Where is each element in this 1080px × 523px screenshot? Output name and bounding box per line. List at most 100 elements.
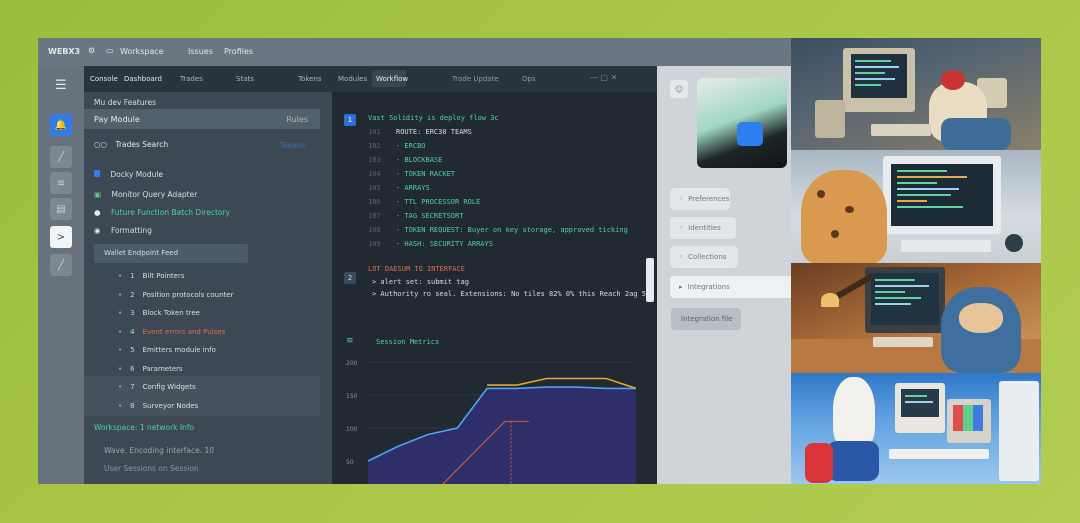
tree-item[interactable]: • 7 Config Widgets	[118, 383, 196, 391]
tree-item[interactable]: • 6 Parameters	[118, 365, 183, 373]
line-number: 105	[368, 184, 381, 192]
tree-item[interactable]: • 1 Bilt Pointers	[118, 272, 184, 280]
pill-label: Collections	[688, 253, 727, 261]
tree-item-label: Surveyor Nodes	[142, 401, 199, 410]
file-icon	[94, 170, 100, 177]
menu-profiles[interactable]: Profiles	[224, 47, 253, 56]
group-item-label: Docky Module	[110, 170, 164, 179]
edit-icon[interactable]: ╱	[50, 254, 72, 276]
group-item-docky[interactable]: Docky Module	[94, 170, 163, 179]
y-tick-label: 200	[346, 360, 358, 367]
list-icon: ≡	[346, 336, 354, 346]
tree-active-group	[84, 376, 320, 416]
tree-root[interactable]: Wallet Endpoint Feed	[94, 244, 248, 263]
chevron-right-icon[interactable]: >	[50, 226, 72, 248]
face-icon[interactable]: ☺	[670, 80, 688, 98]
bullet-icon: •	[118, 346, 123, 354]
block-badge: 2	[344, 272, 356, 284]
tab-console[interactable]: Console	[90, 75, 118, 83]
tree-item-label: Event errors and Pulses	[142, 327, 226, 336]
group-item-label: Formatting	[110, 226, 152, 235]
session-chart: 2001501005001/1 1/2 1/3 1/4 1/5 1/6 1/7 1/8 1/9 1…	[346, 360, 637, 484]
pill-collections[interactable]: ◦ Collections	[670, 246, 738, 268]
preview-card[interactable]	[697, 78, 787, 168]
tab-trades[interactable]: Trades	[180, 75, 203, 83]
tab-workflow[interactable]: Workflow	[376, 75, 408, 83]
circle-icon: ◉	[94, 226, 101, 235]
line-number: 107	[368, 212, 381, 220]
gear-icon: ◦	[679, 195, 684, 203]
code-line: - BLOCKBASE	[396, 156, 443, 164]
app-window: WEBX3 ⚙ ▭ Workspace Issues Profiles ☰ 🔔 …	[38, 38, 1041, 484]
tree-item-number: 1	[130, 272, 135, 280]
selected-row[interactable]: Pay Module Rules	[84, 109, 320, 129]
editor-scrollbar[interactable]	[646, 258, 654, 302]
group-item-monitor[interactable]: ▣ Monitor Query Adapter	[94, 190, 197, 199]
selected-item-badge: Rules	[286, 115, 308, 124]
bell-icon[interactable]: 🔔	[50, 114, 72, 136]
menu-issues[interactable]: Issues	[188, 47, 213, 56]
bullet-icon: •	[118, 383, 123, 391]
line-number: 101	[368, 128, 381, 136]
bullet-icon: •	[118, 401, 123, 410]
layers-icon[interactable]: ▤	[50, 198, 72, 220]
tree-item-label: Emitters module info	[142, 346, 216, 354]
footer-info-2: User Sessions on Session	[104, 464, 199, 473]
window-icons[interactable]: — ▢ ✕	[590, 73, 617, 82]
tab-modules[interactable]: Modules	[338, 75, 367, 83]
editor-tabbar: Modules Workflow Trade Update Ops — ▢ ✕	[332, 66, 657, 92]
code-line: - HASH: SECURITY ARRAYS	[396, 240, 493, 248]
bullet-icon: •	[118, 272, 123, 280]
tree-item[interactable]: • 8 Surveyor Nodes	[118, 402, 198, 410]
tree-item[interactable]: • 4 Event errors and Pulses	[118, 328, 225, 336]
y-tick-label: 100	[346, 426, 358, 433]
pill-preferences[interactable]: ◦ Preferences	[670, 188, 730, 210]
tree-item-number: 8	[130, 401, 135, 410]
pill-label: Identities	[688, 224, 721, 232]
code-line: - ARRAYS	[396, 184, 430, 192]
area-fill	[368, 387, 636, 484]
tab-trade-update[interactable]: Trade Update	[452, 75, 499, 83]
tree-item[interactable]: • 3 Block Token tree	[118, 309, 200, 317]
pill-label: Preferences	[688, 195, 730, 203]
tree-item-label: Position protocols counter	[142, 290, 234, 299]
right-panel: ☺ ◦ Preferences ◦ Identities ◦ Collections …	[657, 66, 798, 484]
line-number: 102	[368, 142, 381, 150]
code-editor[interactable]: Modules Workflow Trade Update Ops — ▢ ✕ …	[332, 66, 657, 484]
code-line: - TAG SECRETSORT	[396, 212, 464, 220]
pill-integration-file[interactable]: Integration file	[671, 308, 741, 330]
folder-icon: ◦	[679, 253, 684, 261]
search-row[interactable]: ○○ Trades Search	[94, 140, 168, 149]
tab-dashboard[interactable]: Dashboard	[124, 75, 162, 83]
pen-icon[interactable]: ╱	[50, 146, 72, 168]
tree-item-number: 2	[130, 290, 135, 299]
tree-item-number: 5	[130, 346, 135, 354]
tree-item[interactable]: • 2 Position protocols counter	[118, 291, 233, 299]
footer-status: Workspace: 1 network Info	[94, 423, 195, 432]
menu-workspace[interactable]: Workspace	[120, 47, 164, 56]
code-line: - TOKEN REQUEST: Buyer on key storage, a…	[396, 226, 628, 234]
group-item-formatting[interactable]: ◉ Formatting	[94, 226, 152, 235]
tab-stats[interactable]: Stats	[236, 75, 254, 83]
code-line: > Authority ro seal. Extensions: No tile…	[372, 290, 651, 298]
block-badge: 1	[344, 114, 356, 126]
gear-icon: ●	[94, 208, 101, 217]
illustration-leopard-computer	[791, 150, 1041, 263]
pill-identities[interactable]: ◦ Identities	[670, 217, 736, 239]
tab-ops[interactable]: Ops	[522, 75, 536, 83]
code-line: ROUTE: ERC30 TEAMS	[396, 128, 472, 136]
folder-icon[interactable]: ▭	[106, 46, 114, 55]
bullet-icon: •	[118, 290, 123, 299]
group-item-future[interactable]: ● Future Function Batch Directory	[94, 208, 230, 217]
tab-tokens[interactable]: Tokens	[298, 75, 322, 83]
menu-icon[interactable]: ☰	[55, 78, 67, 93]
chart-label: Session Metrics	[376, 338, 440, 346]
link-icon: ○○	[94, 140, 108, 149]
tree-item[interactable]: • 5 Emitters module info	[118, 346, 216, 354]
pill-integrations[interactable]: ▸ Integrations	[670, 276, 798, 298]
tree-item-label: Block Token tree	[142, 309, 200, 317]
list-icon[interactable]: ≡	[50, 172, 72, 194]
bullet-icon: •	[118, 309, 123, 317]
tree-item-number: 4	[130, 327, 135, 336]
settings-icon[interactable]: ⚙	[88, 46, 95, 55]
